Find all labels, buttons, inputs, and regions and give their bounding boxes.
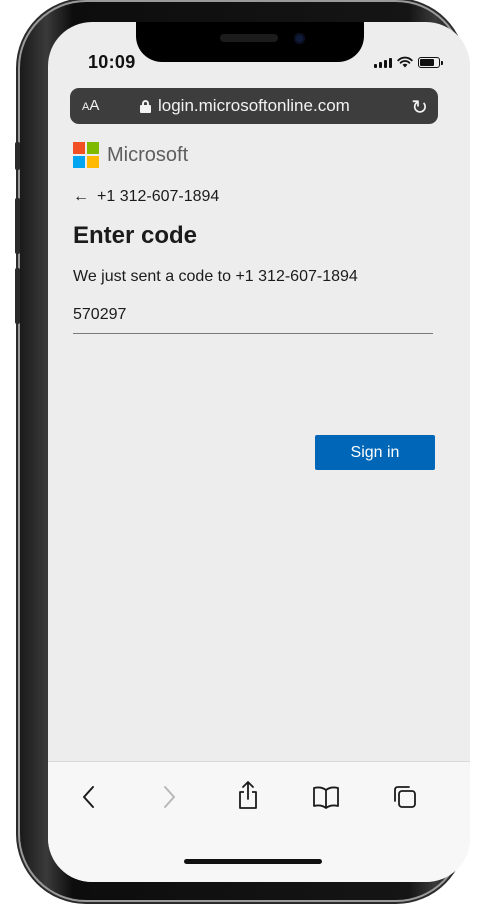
- identity-back-row[interactable]: ← +1 312-607-1894: [73, 188, 433, 206]
- lock-icon: [140, 99, 151, 113]
- status-time: 10:09: [88, 52, 136, 72]
- page-title: Enter code: [73, 222, 198, 249]
- notch: [136, 22, 364, 62]
- cellular-signal-icon: [374, 58, 392, 68]
- brand-name: Microsoft: [107, 143, 189, 166]
- wifi-icon: [397, 56, 413, 68]
- identity-phone-number: +1 312-607-1894: [97, 188, 220, 205]
- status-icons: [374, 56, 443, 68]
- code-sent-description: We just sent a code to +1 312-607-1894: [73, 268, 358, 285]
- bookmarks-icon[interactable]: [312, 784, 340, 810]
- url-field[interactable]: login.microsoftonline.com: [140, 96, 350, 116]
- code-input[interactable]: [73, 306, 433, 334]
- browser-toolbar: [48, 761, 470, 882]
- share-icon[interactable]: [236, 780, 260, 810]
- earpiece-speaker: [220, 34, 278, 42]
- back-arrow-icon[interactable]: ←: [73, 188, 89, 206]
- volume-down-button: [15, 268, 20, 324]
- text-size-button[interactable]: AA: [82, 97, 99, 114]
- phone-screen: 10:09 AA login.microsoftonline.com ↻ Mic…: [48, 22, 470, 882]
- sign-in-card: Microsoft ← +1 312-607-1894 Enter code W…: [73, 142, 435, 470]
- home-indicator[interactable]: [184, 859, 322, 864]
- tabs-icon[interactable]: [392, 784, 418, 810]
- reload-icon[interactable]: ↻: [411, 95, 428, 120]
- back-icon[interactable]: [80, 784, 98, 810]
- forward-icon[interactable]: [160, 784, 178, 810]
- volume-up-button: [15, 198, 20, 254]
- microsoft-logo-icon: [73, 142, 99, 168]
- front-camera: [294, 33, 305, 44]
- microsoft-logo: Microsoft: [73, 142, 433, 168]
- sign-in-button[interactable]: Sign in: [315, 435, 435, 470]
- battery-icon: [418, 57, 443, 68]
- mute-switch: [15, 142, 20, 170]
- address-bar[interactable]: AA login.microsoftonline.com ↻: [70, 88, 438, 124]
- url-text: login.microsoftonline.com: [158, 96, 350, 115]
